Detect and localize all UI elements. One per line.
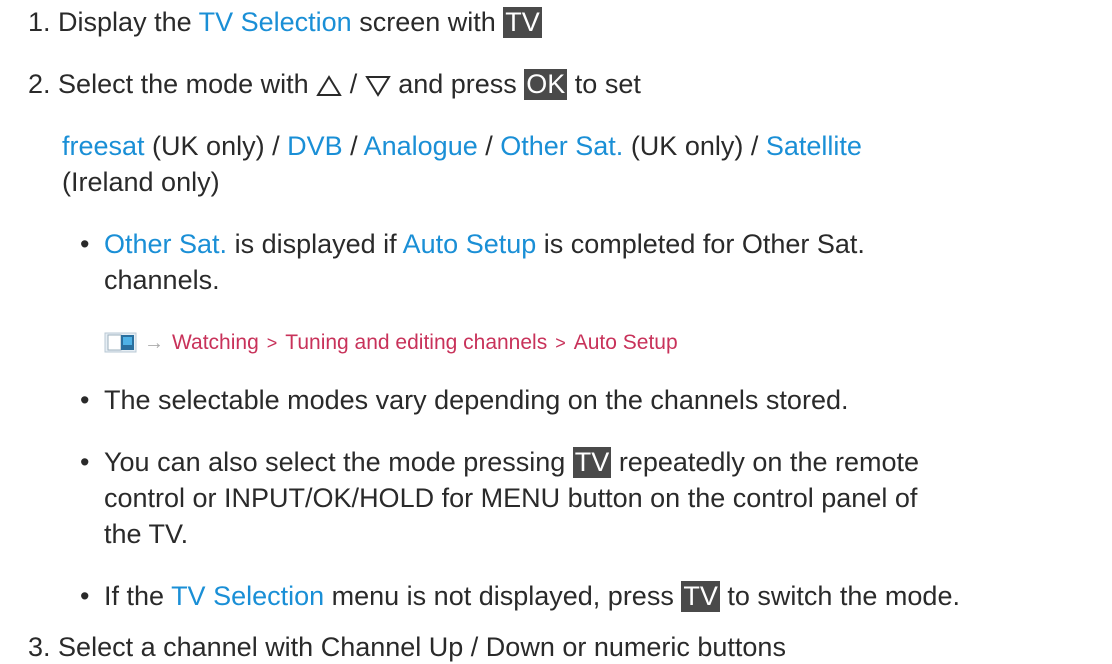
bullet-dot: • [80,385,90,415]
reference-breadcrumb: → Watching > Tuning and editing channels > Au… [104,323,678,360]
step-2-text: Select the mode with [58,69,317,99]
analogue-link[interactable]: Analogue [364,131,478,161]
bullet-1-line-1: Other Sat. is displayed if Auto Setup is… [104,227,865,261]
dvb-link[interactable]: DVB [287,131,343,161]
bullet-2-text: The selectable modes vary depending on t… [104,385,849,415]
step-3-number: 3. [28,632,51,662]
bullet-3-line-1: You can also select the mode pressing TV… [104,445,919,479]
ireland-only-note: (Ireland only) [62,167,220,197]
freesat-link[interactable]: freesat [62,131,145,161]
bullet-dot: • [80,581,90,611]
arrow-icon: → [144,332,164,354]
step-3-text: Select a channel with Channel Up / Down … [58,632,786,662]
step-3: 3. Select a channel with Channel Up / Do… [28,630,786,664]
step-2: 2. Select the mode with / and press OK t… [28,67,641,101]
reference-link-auto-setup[interactable]: Auto Setup [574,331,678,354]
bullet-1-line-2: channels. [104,265,220,295]
step-2-slash: / [342,69,365,99]
uk-only-note-1: (UK only) / [144,131,288,161]
manual-book-icon [104,332,137,353]
other-sat-link-2[interactable]: Other Sat. [104,229,227,259]
breadcrumb-separator: > [266,333,278,353]
bullet-dot: • [80,229,90,259]
mode-separator-1: / [342,131,364,161]
bullet-4-text: If the [104,581,172,611]
bullet-4-line: If the TV Selection menu is not displaye… [104,579,960,613]
step-1-text: Display the [58,7,199,37]
breadcrumb-separator: > [555,333,566,353]
bullet-3-line-2: control or INPUT/OK/HOLD for MENU button… [104,483,918,513]
bullet-1-text: is displayed if [227,229,403,259]
down-triangle-icon [364,75,391,97]
bullet-3-text: You can also select the mode pressing [104,447,573,477]
step-2-text-2: and press [390,69,525,99]
satellite-link[interactable]: Satellite [766,131,862,161]
step-1-text-2: screen with [351,7,504,37]
other-sat-link[interactable]: Other Sat. [500,131,623,161]
reference-link-tuning[interactable]: Tuning and editing channels [285,331,547,354]
step-2-text-3: to set [567,69,641,99]
tv-selection-link-2[interactable]: TV Selection [171,581,324,611]
mode-separator-2: / [477,131,501,161]
bullet-1-text-2: is completed for Other Sat. [536,229,865,259]
step-1-number: 1. [28,7,51,37]
up-triangle-icon [316,74,342,96]
step-2-number: 2. [28,69,51,99]
step-1: 1. Display the TV Selection screen with … [28,5,542,39]
tv-key-badge: TV [503,7,542,38]
bullet-4-text-3: to switch the mode. [719,581,960,611]
bullet-4-text-2: menu is not displayed, press [324,581,682,611]
uk-only-note-2: (UK only) / [623,131,766,161]
ok-key-badge: OK [524,69,568,100]
tv-key-badge: TV [572,447,612,478]
bullet-dot: • [80,447,90,477]
reference-link-watching[interactable]: Watching [172,331,259,354]
mode-options: freesat (UK only) / DVB / Analogue / Oth… [62,129,862,163]
tv-selection-link[interactable]: TV Selection [199,7,352,37]
auto-setup-link[interactable]: Auto Setup [403,229,537,259]
tv-key-badge: TV [681,581,720,612]
bullet-3-line-3: the TV. [104,519,189,549]
bullet-3-text-2: repeatedly on the remote [611,447,920,477]
